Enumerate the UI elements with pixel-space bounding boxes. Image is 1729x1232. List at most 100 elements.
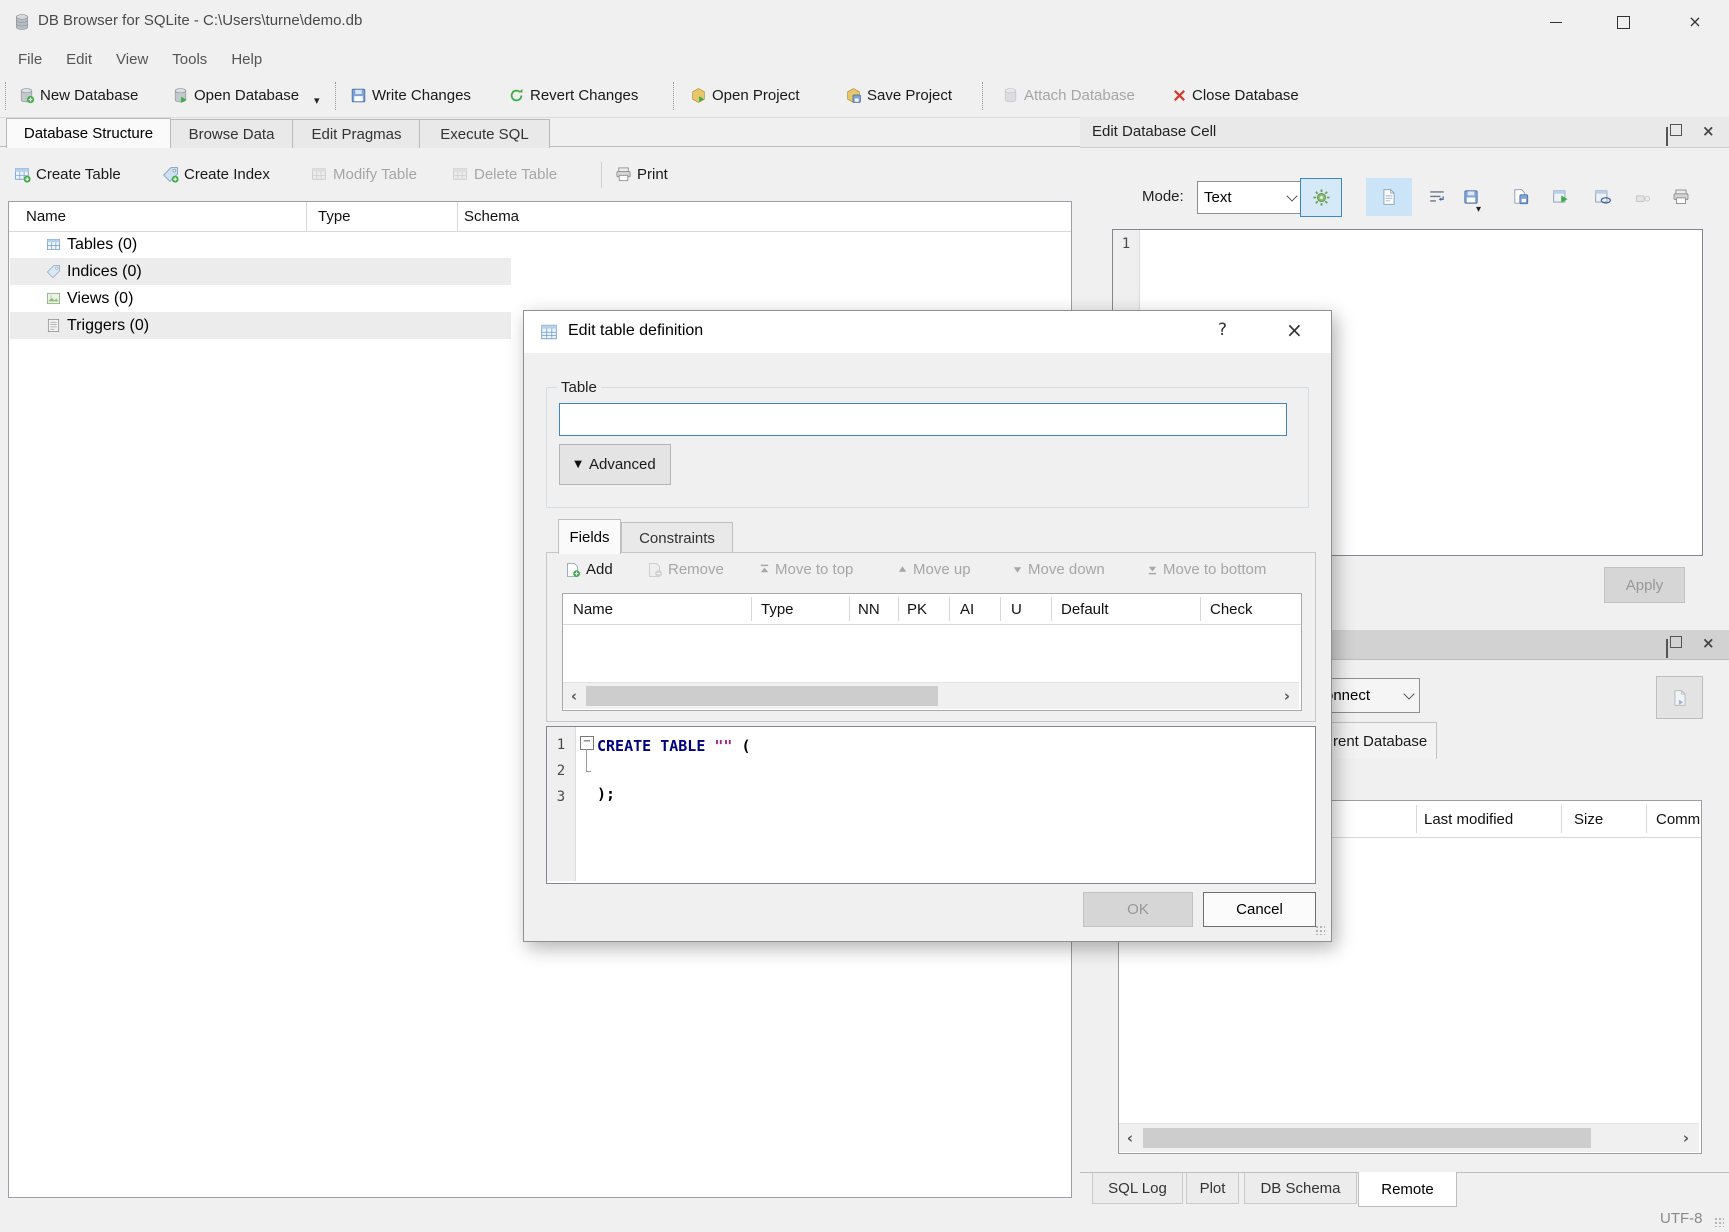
create-index-button[interactable]: Create Index <box>162 158 270 190</box>
dialog-tab-fields[interactable]: Fields <box>558 519 621 554</box>
copy-link-button[interactable] <box>1590 182 1616 212</box>
save-project-button[interactable]: Save Project <box>845 78 952 112</box>
fields-col-ai[interactable]: AI <box>960 594 974 624</box>
dialog-tab-constraints[interactable]: Constraints <box>621 522 733 554</box>
remote-col-size[interactable]: Size <box>1574 801 1603 837</box>
tab-remote[interactable]: Remote <box>1358 1172 1457 1207</box>
tab-sql-log[interactable]: SQL Log <box>1092 1173 1183 1204</box>
menu-edit[interactable]: Edit <box>54 51 104 68</box>
text-mode-button[interactable] <box>1366 178 1412 216</box>
scroll-thumb[interactable] <box>586 686 938 706</box>
tree-header-divider[interactable] <box>306 202 307 231</box>
sql-close-line: ); <box>597 785 615 803</box>
dock-close-icon[interactable]: × <box>1702 634 1715 652</box>
fields-col-name[interactable]: Name <box>573 594 613 624</box>
fields-col-check[interactable]: Check <box>1210 594 1253 624</box>
tab-database-structure[interactable]: Database Structure <box>6 118 171 148</box>
fields-col-type[interactable]: Type <box>761 594 794 624</box>
tab-plot[interactable]: Plot <box>1186 1173 1239 1204</box>
open-external-icon <box>1552 188 1570 206</box>
scroll-thumb[interactable] <box>1143 1128 1591 1148</box>
table-name-input[interactable] <box>559 403 1287 436</box>
tree-row-triggers[interactable]: Triggers (0) <box>10 312 149 339</box>
menu-file[interactable]: File <box>6 51 54 68</box>
dialog-help-button[interactable]: ? <box>1218 320 1227 340</box>
null-icon <box>1634 188 1652 206</box>
print-cell-button[interactable] <box>1668 182 1694 212</box>
cancel-button[interactable]: Cancel <box>1203 892 1316 927</box>
revert-changes-button[interactable]: Revert Changes <box>508 78 638 112</box>
dialog-resize-grip[interactable] <box>1315 925 1325 935</box>
tree-row-tables[interactable]: Tables (0) <box>10 231 137 258</box>
create-table-button[interactable]: Create Table <box>14 158 121 190</box>
fields-table[interactable]: Name Type NN PK AI U Default Check ‹ <box>562 593 1302 711</box>
auto-switch-mode-button[interactable] <box>1300 178 1342 217</box>
fields-col-pk[interactable]: PK <box>907 594 927 624</box>
connect-select-fragment[interactable]: onnect <box>1318 678 1420 713</box>
tab-edit-pragmas[interactable]: Edit Pragmas <box>292 119 421 148</box>
scroll-left-icon[interactable]: ‹ <box>565 685 583 707</box>
document-icon <box>1380 188 1398 206</box>
print-button[interactable]: Print <box>615 158 668 190</box>
remote-hscrollbar[interactable]: ‹ › <box>1119 1123 1699 1152</box>
open-database-dropdown-caret[interactable]: ▾ <box>314 94 320 107</box>
mode-select[interactable]: Text <box>1197 181 1303 214</box>
sql-string: "" <box>714 737 732 755</box>
tab-browse-data[interactable]: Browse Data <box>169 119 294 148</box>
fields-hscrollbar[interactable]: ‹ › <box>563 682 1299 709</box>
current-database-tab-fragment[interactable]: rent Database <box>1318 722 1437 759</box>
close-button[interactable]: × <box>1667 0 1723 44</box>
encoding-status[interactable]: UTF-8 <box>1660 1210 1703 1227</box>
word-wrap-button[interactable] <box>1424 182 1450 212</box>
add-field-button[interactable]: Add <box>565 561 613 578</box>
fields-col-default[interactable]: Default <box>1061 594 1109 624</box>
maximize-button[interactable] <box>1595 0 1651 44</box>
remote-col-last-modified[interactable]: Last modified <box>1424 801 1513 837</box>
scroll-right-icon[interactable]: › <box>1677 1127 1695 1149</box>
open-database-button[interactable]: Open Database <box>172 78 299 112</box>
fold-marker-icon[interactable]: − <box>580 736 594 750</box>
close-database-button[interactable]: Close Database <box>1172 78 1299 112</box>
remove-icon <box>647 562 663 578</box>
tree-row-views[interactable]: Views (0) <box>10 285 133 312</box>
import-dropdown-caret[interactable]: ▾ <box>1476 204 1481 215</box>
minimize-button[interactable] <box>1528 0 1584 44</box>
fields-col-nn[interactable]: NN <box>858 594 880 624</box>
dialog-close-button[interactable]: × <box>1286 318 1303 342</box>
menu-tools[interactable]: Tools <box>160 51 219 68</box>
maximize-icon <box>1617 16 1630 29</box>
new-database-button[interactable]: New Database <box>18 78 138 112</box>
dock-float-icon[interactable] <box>1666 127 1668 146</box>
tree-col-name[interactable]: Name <box>26 202 66 231</box>
tab-db-schema[interactable]: DB Schema <box>1244 1173 1357 1204</box>
toolbar-handle <box>5 82 6 110</box>
menu-bar: File Edit View Tools Help <box>0 44 1729 74</box>
fields-tab-panel: Add Remove Move to top Move up Move down… <box>546 552 1316 722</box>
move-down-icon <box>1012 564 1023 575</box>
tab-execute-sql[interactable]: Execute SQL <box>419 119 550 148</box>
advanced-button[interactable]: ▼ Advanced <box>559 444 671 485</box>
tree-header-divider[interactable] <box>457 202 458 231</box>
tree-col-type[interactable]: Type <box>318 202 351 231</box>
fields-col-u[interactable]: U <box>1011 594 1022 624</box>
edit-cell-dock-header[interactable]: Edit Database Cell × <box>1080 117 1729 148</box>
delete-table-icon <box>452 166 469 183</box>
tree-col-schema[interactable]: Schema <box>464 202 519 231</box>
edit-cell-dock-title: Edit Database Cell <box>1092 123 1216 140</box>
modify-table-button: Modify Table <box>311 158 417 190</box>
dock-close-icon[interactable]: × <box>1702 122 1715 140</box>
remote-col-commit[interactable]: Comm <box>1656 801 1700 837</box>
write-changes-button[interactable]: Write Changes <box>350 78 471 112</box>
menu-help[interactable]: Help <box>219 51 274 68</box>
tree-row-indices[interactable]: Indices (0) <box>10 258 142 285</box>
menu-view[interactable]: View <box>104 51 160 68</box>
open-project-button[interactable]: Open Project <box>690 78 800 112</box>
open-in-external-button[interactable] <box>1548 182 1574 212</box>
sql-preview-editor[interactable]: 1 2 3 − CREATE TABLE""( ); <box>546 726 1316 884</box>
dialog-title-bar[interactable]: Edit table definition ? × <box>524 311 1331 353</box>
dock-float-icon[interactable] <box>1666 639 1668 658</box>
window-resize-grip[interactable] <box>1714 1217 1724 1227</box>
scroll-left-icon[interactable]: ‹ <box>1121 1127 1139 1149</box>
export-data-button[interactable] <box>1508 182 1534 212</box>
scroll-right-icon[interactable]: › <box>1278 685 1296 707</box>
